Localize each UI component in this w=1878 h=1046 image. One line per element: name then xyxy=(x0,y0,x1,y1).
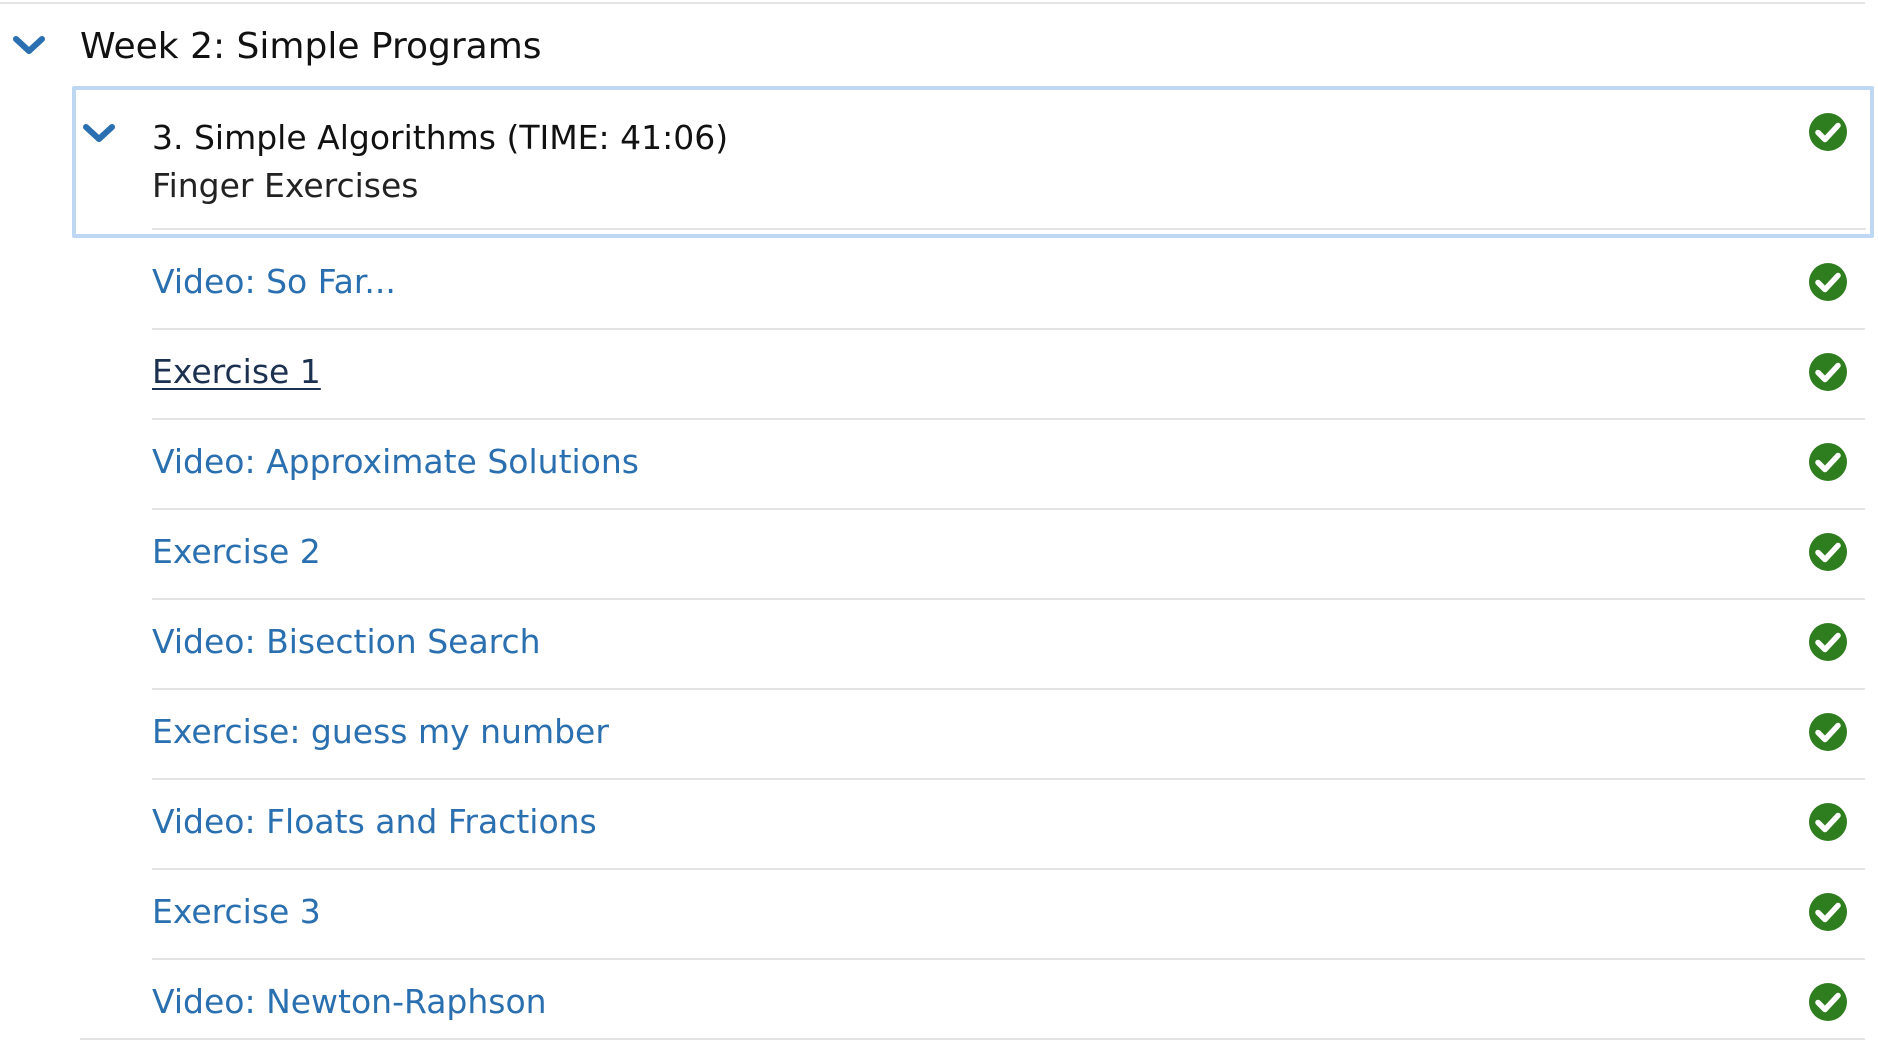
unit-link[interactable]: Exercise 3 xyxy=(152,892,321,931)
unit-link[interactable]: Exercise 1 xyxy=(152,352,321,391)
unit-list: Video: So Far... Exercise 1 Video: Approxi… xyxy=(152,240,1865,1046)
check-circle-icon xyxy=(1808,892,1848,932)
unit-link[interactable]: Exercise 2 xyxy=(152,532,321,571)
check-circle-icon xyxy=(1808,802,1848,842)
list-item: Exercise 1 xyxy=(152,330,1865,420)
list-item: Video: Approximate Solutions xyxy=(152,420,1865,510)
unit-link[interactable]: Video: Floats and Fractions xyxy=(152,802,597,841)
unit-link[interactable]: Exercise: guess my number xyxy=(152,712,609,751)
unit-link[interactable]: Video: Approximate Solutions xyxy=(152,442,639,481)
unit-link[interactable]: Video: So Far... xyxy=(152,262,396,301)
list-item: Video: Floats and Fractions xyxy=(152,780,1865,870)
check-circle-icon xyxy=(1808,622,1848,662)
list-item: Exercise: guess my number xyxy=(152,690,1865,780)
week-title: Week 2: Simple Programs xyxy=(80,26,542,67)
list-item: Exercise 3 xyxy=(152,870,1865,960)
list-item: Video: So Far... xyxy=(152,240,1865,330)
check-circle-icon xyxy=(1808,112,1848,152)
unit-link[interactable]: Video: Newton-Raphson xyxy=(152,982,547,1021)
divider xyxy=(80,1038,1865,1040)
check-circle-icon xyxy=(1808,262,1848,302)
check-circle-icon xyxy=(1808,352,1848,392)
unit-link[interactable]: Video: Bisection Search xyxy=(152,622,541,661)
week-section-header[interactable]: Week 2: Simple Programs xyxy=(0,4,1865,84)
check-circle-icon xyxy=(1808,532,1848,572)
list-item: Video: Newton-Raphson xyxy=(152,960,1865,1046)
list-item: Exercise 2 xyxy=(152,510,1865,600)
check-circle-icon xyxy=(1808,982,1848,1022)
course-outline: Week 2: Simple Programs 3. Simple Algori… xyxy=(0,0,1878,1046)
subsection-subtitle: Finger Exercises xyxy=(152,166,419,205)
check-circle-icon xyxy=(1808,442,1848,482)
subsection-header[interactable]: 3. Simple Algorithms (TIME: 41:06) Finge… xyxy=(72,86,1874,238)
chevron-down-icon[interactable] xyxy=(82,122,116,144)
list-item: Video: Bisection Search xyxy=(152,600,1865,690)
chevron-down-icon[interactable] xyxy=(12,34,46,56)
check-circle-icon xyxy=(1808,712,1848,752)
subsection-title: 3. Simple Algorithms (TIME: 41:06) xyxy=(152,118,729,157)
divider xyxy=(152,228,1866,230)
